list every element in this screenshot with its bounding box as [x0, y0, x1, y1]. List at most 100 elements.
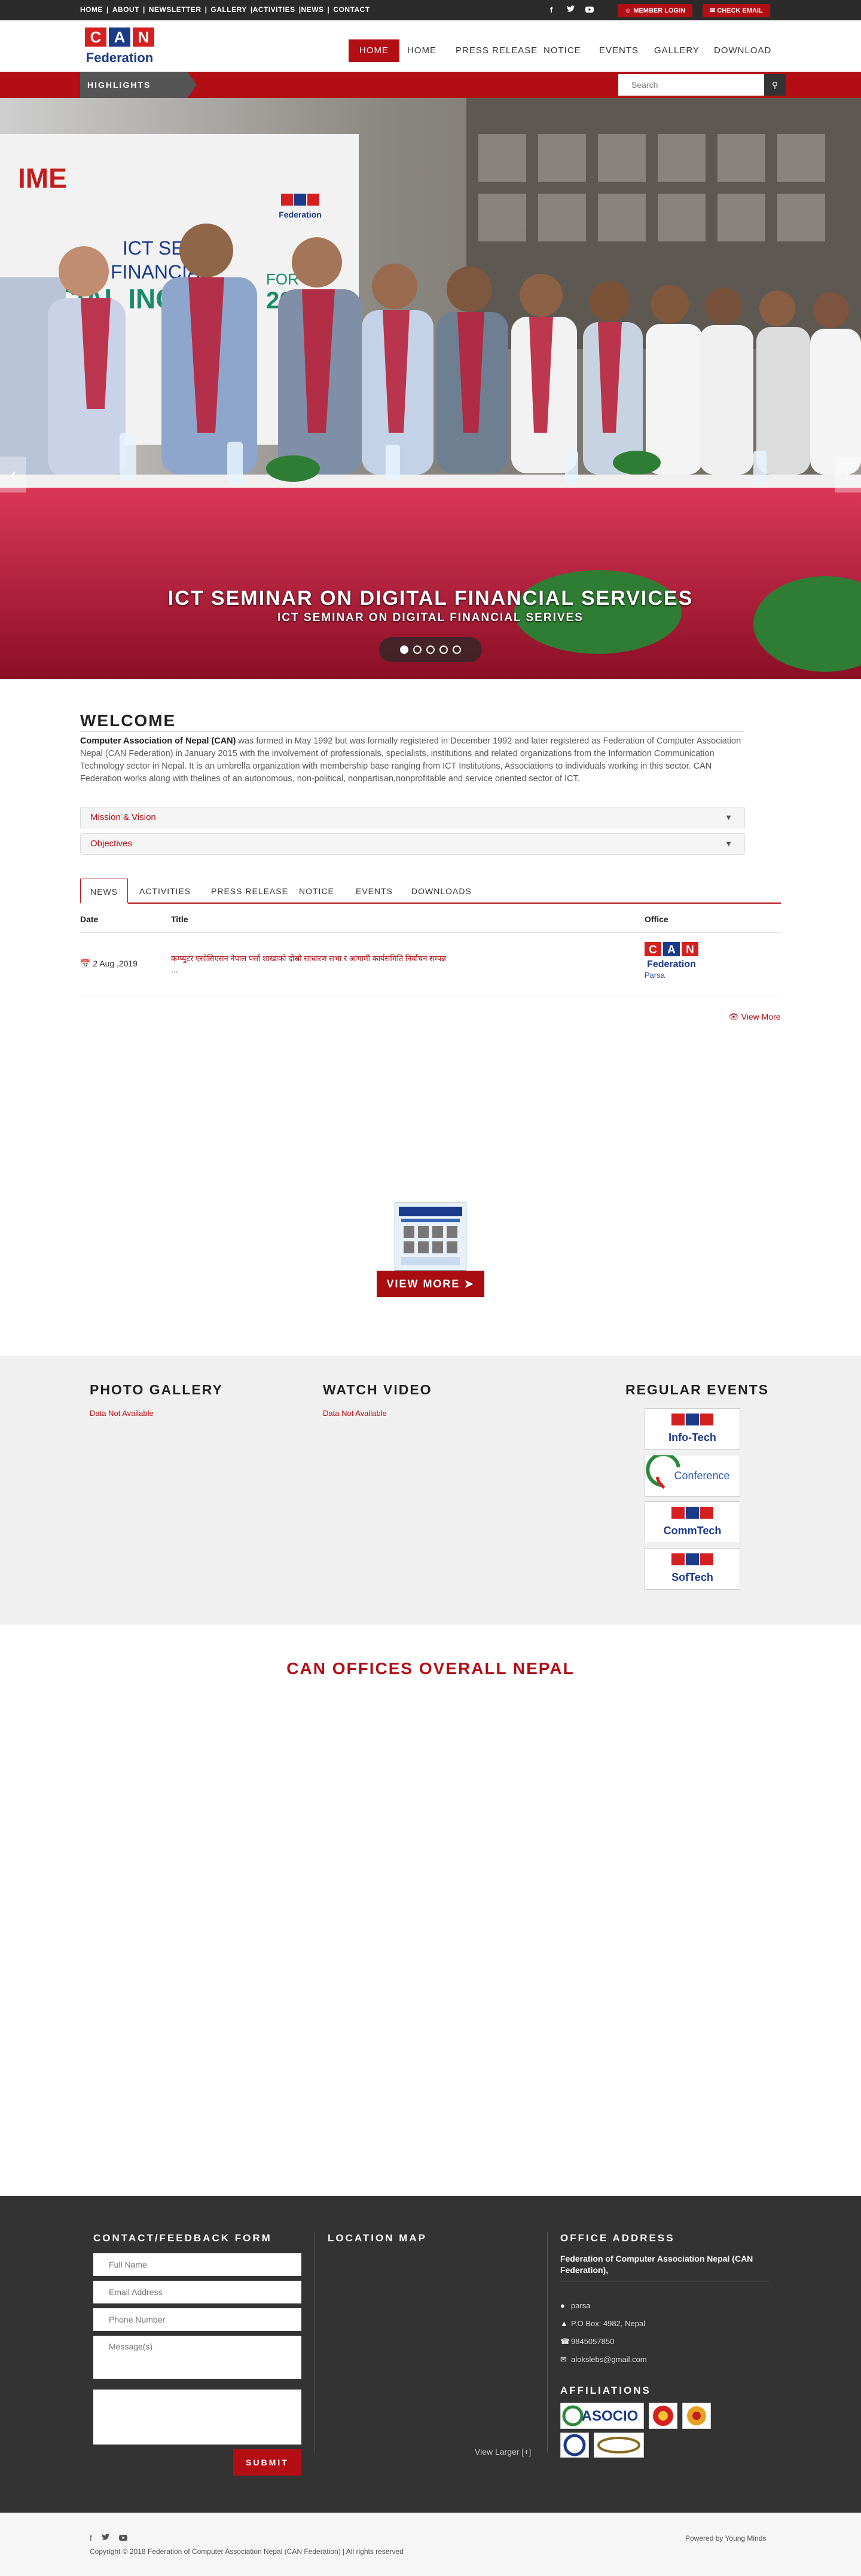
message-field[interactable] [93, 2336, 301, 2379]
youtube-icon[interactable] [118, 2533, 127, 2543]
asocio-label: ASOCIO [582, 2408, 639, 2424]
top-link-activities[interactable]: |ACTIVITIES [251, 5, 295, 14]
twitter-icon[interactable] [101, 2533, 109, 2543]
event-conference-label: Conference [674, 1470, 729, 1482]
tab-news[interactable]: NEWS [80, 879, 128, 904]
banner-text-for: FOR [266, 270, 299, 288]
facebook-icon[interactable]: f [547, 5, 555, 14]
asocio-logo[interactable]: ASOCIO [560, 2403, 644, 2429]
svg-text:N: N [686, 944, 694, 956]
view-more-button[interactable]: VIEW MORE ➤ [377, 1271, 484, 1297]
row-title-link[interactable]: कम्प्युटर एसोसिएसन नेपाल पर्सा शाखाको दो… [171, 953, 530, 963]
view-more-link[interactable]: 👁 View More [728, 1012, 781, 1022]
submit-button[interactable]: SUBMIT [233, 2449, 301, 2476]
calendar-icon: 📅 [80, 959, 91, 968]
facebook-icon[interactable]: f [90, 2533, 92, 2543]
column-header-title: Title [171, 914, 188, 924]
caret-down-icon: ▼ [725, 839, 732, 848]
affiliation-logo[interactable] [560, 2433, 589, 2458]
accordion-objectives[interactable]: Objectives ▼ [80, 833, 745, 855]
event-infotech-logo[interactable]: Info-Tech [645, 1408, 740, 1450]
svg-text:C: C [649, 944, 657, 956]
top-link-sep: | [143, 5, 145, 14]
youtube-icon[interactable] [585, 5, 594, 14]
nav-notice[interactable]: NOTICE [533, 39, 592, 62]
view-more-button-label: VIEW MORE [386, 1278, 460, 1290]
slider-dot[interactable] [439, 645, 448, 654]
top-link-home[interactable]: HOME [80, 5, 103, 14]
top-link-newsletter[interactable]: NEWSLETTER [149, 5, 201, 14]
member-login-label: MEMBER LOGIN [633, 7, 686, 14]
search-button[interactable]: ⚲ [764, 74, 786, 96]
check-email-button[interactable]: ✉ CHECK EMAIL [703, 4, 770, 17]
photo-gallery-title: PHOTO GALLERY [90, 1382, 223, 1397]
can-federation-logo[interactable]: C A N Federation [80, 25, 158, 67]
tab-events[interactable]: EVENTS [346, 879, 402, 904]
event-softech-label: SofTech [671, 1571, 713, 1583]
phone-field[interactable] [93, 2308, 301, 2331]
nav-download[interactable]: DOWNLOAD [703, 39, 782, 62]
map-marker-icon: ● [560, 2301, 565, 2310]
notice-poster-image[interactable] [395, 1203, 466, 1271]
tab-activities[interactable]: ACTIVITIES [130, 879, 200, 904]
news-tabs: NEWS ACTIVITIES PRESS RELEASE NOTICE EVE… [80, 879, 781, 904]
softech-graphic: SofTech [671, 1553, 713, 1583]
envelope-icon: ✉ [560, 2355, 567, 2364]
welcome-divider [80, 731, 744, 732]
tab-downloads[interactable]: DOWNLOADS [402, 879, 481, 904]
asocio-graphic: ASOCIO [562, 2405, 639, 2427]
event-conference-logo[interactable]: Conference [645, 1452, 740, 1497]
top-link-sep: | [327, 5, 330, 14]
tab-press-release[interactable]: PRESS RELEASE [201, 879, 298, 904]
watch-video-empty: Data Not Available [323, 1409, 387, 1418]
slider-dot[interactable] [453, 645, 461, 654]
top-link-contact[interactable]: CONTACT [333, 5, 370, 14]
slider-prev-button[interactable]: ‹ [0, 457, 26, 492]
nav-gallery[interactable]: GALLERY [643, 39, 710, 62]
svg-text:A: A [114, 28, 126, 46]
slider-dot[interactable] [426, 645, 435, 654]
event-softech-logo[interactable]: SofTech [645, 1548, 740, 1590]
twitter-icon[interactable] [566, 5, 575, 14]
full-name-field[interactable] [93, 2253, 301, 2276]
email-field[interactable] [93, 2281, 301, 2303]
nav-home-active[interactable]: HOME [349, 39, 399, 62]
search-input[interactable] [618, 74, 764, 96]
powered-by[interactable]: Powered by Young Minds [685, 2534, 766, 2543]
affiliation-logo[interactable] [594, 2433, 644, 2458]
view-larger-link[interactable]: View Larger [+] [475, 2447, 531, 2456]
top-link-gallery[interactable]: GALLERY [210, 5, 246, 14]
row-office: Parsa [645, 971, 665, 980]
top-links: HOME | ABOUT | NEWSLETTER | GALLERY |ACT… [80, 5, 370, 14]
nav-home[interactable]: HOME [396, 39, 447, 62]
slider-dot[interactable] [413, 645, 422, 654]
user-icon: ☺ [625, 7, 634, 14]
caret-down-icon: ▼ [725, 813, 732, 822]
tab-notice[interactable]: NOTICE [289, 879, 344, 904]
offices-title: CAN OFFICES OVERALL NEPAL [286, 1659, 575, 1678]
affiliation-logo[interactable] [682, 2403, 711, 2429]
accordion-mission-vision[interactable]: Mission & Vision ▼ [80, 807, 745, 828]
member-login-button[interactable]: ☺ MEMBER LOGIN [618, 4, 693, 17]
offices-map-area[interactable] [80, 1697, 781, 2176]
footer-divider [547, 2232, 548, 2453]
view-more-label: View More [741, 1012, 781, 1021]
affiliation-graphic [687, 2406, 706, 2425]
svg-text:Federation: Federation [647, 959, 696, 969]
office-email[interactable]: ✉ alokslebs@gmail.com [560, 2355, 647, 2364]
slide-caption-subtitle: ICT SEMINAR ON DIGITAL FINANCIAL SERIVES [277, 611, 584, 624]
table-divider [80, 932, 781, 933]
event-commtech-logo[interactable]: CommTech [645, 1501, 740, 1543]
accordion-label: Mission & Vision [90, 812, 156, 822]
youtube-glyph [585, 7, 594, 13]
captcha-box[interactable] [93, 2390, 301, 2445]
column-header-office: Office [645, 914, 668, 924]
top-link-news[interactable]: |NEWS [299, 5, 324, 14]
office-po-box: ▲ P.O Box: 4982, Nepal [560, 2319, 645, 2328]
slider-dot[interactable] [400, 645, 408, 654]
top-link-about[interactable]: ABOUT [112, 5, 139, 14]
slider-next-button[interactable]: › [835, 457, 861, 492]
location-map-frame[interactable] [328, 2254, 535, 2440]
nav-events[interactable]: EVENTS [588, 39, 649, 62]
affiliation-logo[interactable] [649, 2403, 677, 2429]
